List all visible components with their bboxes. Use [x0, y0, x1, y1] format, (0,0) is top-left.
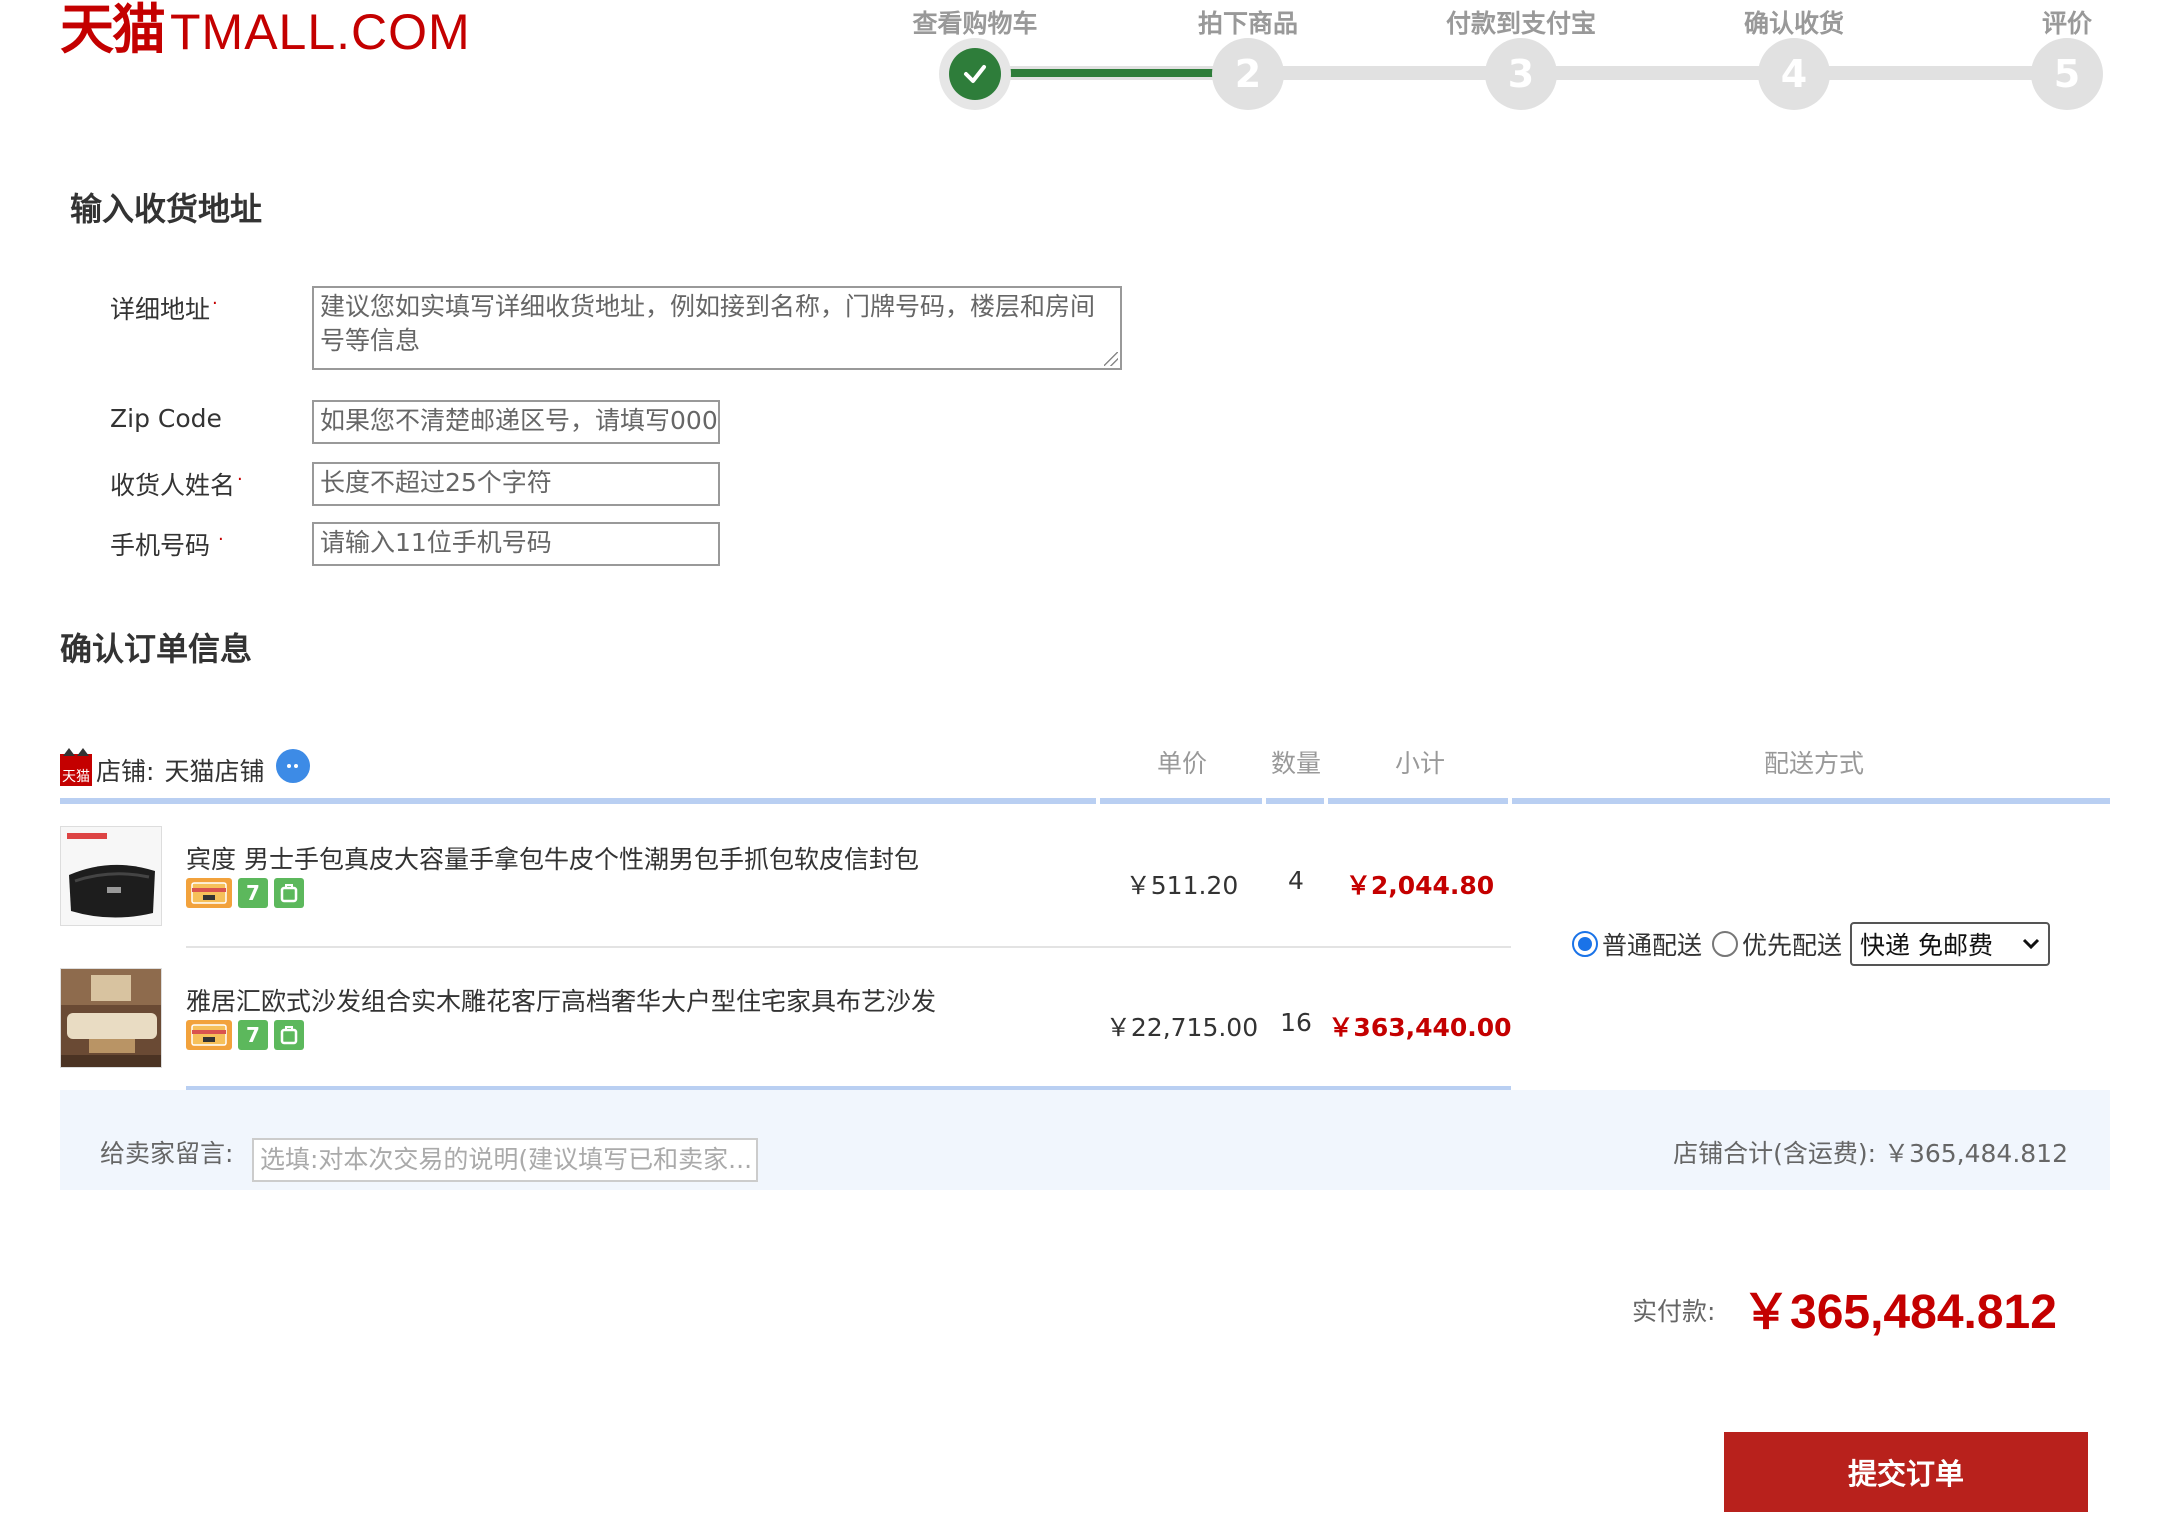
phone-label-text: 手机号码: [110, 531, 211, 560]
required-mark: ·: [218, 528, 224, 550]
step-2-number: 2: [1234, 52, 1262, 96]
seven-day-return-icon[interactable]: 7: [238, 878, 268, 908]
header-divider: [60, 798, 1096, 804]
detail-address-placeholder: 建议您如实填写详细收货地址，例如接到名称，门牌号码，楼层和房间号等信息: [320, 292, 1096, 355]
tmall-logo[interactable]: 天猫 TMALL.COM: [60, 0, 471, 62]
step-5: 5: [2031, 38, 2103, 110]
credit-card-icon[interactable]: [186, 878, 232, 908]
delivery-priority-radio[interactable]: [1712, 931, 1739, 957]
actual-payment-amount: ￥365,484.812: [1742, 1286, 2057, 1339]
step-4-number: 4: [1780, 52, 1808, 96]
phone-label: 手机号码 ·: [110, 526, 224, 562]
row-divider: [186, 946, 1511, 948]
step-label-1: 查看购物车: [912, 9, 1038, 38]
shop-header: 天猫 店铺: 天猫店铺: [60, 748, 311, 790]
header-divider: [1100, 798, 1262, 804]
step-label-4: 确认收货: [1743, 9, 1845, 38]
recipient-name-label: 收货人姓名 ·: [110, 466, 243, 502]
delivery-normal-label[interactable]: 普通配送: [1602, 926, 1702, 962]
column-header-qty: 数量: [1270, 749, 1322, 778]
zip-code-label: Zip Code: [110, 404, 222, 433]
zip-code-input[interactable]: 如果您不清楚邮递区号，请填写0000: [312, 400, 720, 444]
item-quantity: 4: [1288, 866, 1304, 895]
shipping-method-select[interactable]: 快递 免邮费: [1850, 922, 2051, 966]
product-thumbnail-sofa[interactable]: [60, 968, 162, 1068]
step-label-3: 付款到支付宝: [1445, 9, 1597, 38]
recipient-name-label-text: 收货人姓名: [110, 471, 236, 500]
seven-day-return-icon[interactable]: 7: [238, 1020, 268, 1050]
shop-name[interactable]: 天猫店铺: [164, 752, 264, 788]
header-divider: [1328, 798, 1508, 804]
item-quantity: 16: [1280, 1008, 1312, 1037]
column-header-delivery: 配送方式: [1763, 749, 1865, 778]
step-2: 2: [1212, 38, 1284, 110]
delivery-priority-label[interactable]: 优先配送: [1742, 926, 1842, 962]
step-label-2: 拍下商品: [1197, 9, 1299, 38]
item-badges: 7: [186, 1020, 304, 1050]
actual-payment-label: 实付款:: [1632, 1297, 1716, 1326]
order-item-row: 雅居汇欧式沙发组合实木雕花客厅高档奢华大户型住宅家具布艺沙发 7 ￥22,715…: [60, 968, 1512, 1088]
chat-bubble-icon: [287, 764, 299, 768]
item-unit-price: ￥511.20: [1125, 871, 1239, 900]
item-subtotal: ￥2,044.80: [1345, 871, 1495, 900]
logo-en-text: TMALL.COM: [170, 4, 471, 60]
item-badges: 7: [186, 878, 304, 908]
checkmark-icon: [964, 65, 986, 83]
step-4: 4: [1758, 38, 1830, 110]
order-section-title: 确认订单信息: [60, 630, 253, 668]
item-title[interactable]: 宾度 男士手包真皮大容量手拿包牛皮个性潮男包手抓包软皮信封包: [186, 840, 919, 876]
detail-address-textarea[interactable]: 建议您如实填写详细收货地址，例如接到名称，门牌号码，楼层和房间号等信息: [312, 286, 1122, 370]
header-divider: [1512, 798, 2110, 804]
submit-order-button[interactable]: 提交订单: [1724, 1432, 2088, 1512]
detail-address-label-text: 详细地址: [110, 295, 211, 324]
step-1-done: [939, 38, 1011, 110]
detail-address-label: 详细地址 ·: [110, 290, 218, 326]
bag-icon[interactable]: [274, 878, 304, 908]
delivery-normal-radio[interactable]: [1572, 931, 1598, 957]
remark-label: 给卖家留言:: [100, 1139, 234, 1168]
phone-input[interactable]: 请输入11位手机号码: [312, 522, 720, 566]
step-3-number: 3: [1507, 52, 1535, 96]
radio-dot: [1578, 937, 1592, 951]
delivery-options: 普通配送 优先配送 快递 免邮费: [1572, 922, 2051, 966]
required-mark: ·: [237, 468, 243, 490]
step-label-5: 评价: [2041, 9, 2093, 38]
checkout-progress: 查看购物车 拍下商品 付款到支付宝 确认收货 评价 2 3 4 5: [900, 0, 2103, 120]
shop-total-label: 店铺合计(含运费):: [1673, 1139, 1876, 1168]
wangwang-chat-icon[interactable]: [276, 749, 311, 783]
product-thumbnail-bag[interactable]: [60, 826, 162, 926]
tmall-shop-icon: 天猫: [60, 748, 92, 786]
address-section-title: 输入收货地址: [70, 190, 263, 228]
item-title[interactable]: 雅居汇欧式沙发组合实木雕花客厅高档奢华大户型住宅家具布艺沙发: [186, 982, 936, 1018]
required-mark: ·: [212, 292, 218, 314]
recipient-name-input[interactable]: 长度不超过25个字符: [312, 462, 720, 506]
credit-card-icon[interactable]: [186, 1020, 232, 1050]
step-5-number: 5: [2053, 52, 2081, 96]
resize-grip-icon[interactable]: [1104, 352, 1118, 366]
shipping-method-value: 快递 免邮费: [1860, 931, 1993, 960]
column-header-price: 单价: [1156, 749, 1208, 778]
bag-icon[interactable]: [274, 1020, 304, 1050]
chevron-down-icon: [2022, 938, 2040, 950]
item-subtotal: ￥363,440.00: [1328, 1013, 1512, 1042]
order-item-row: 宾度 男士手包真皮大容量手拿包牛皮个性潮男包手抓包软皮信封包 7 ￥511.20…: [60, 826, 1510, 946]
item-unit-price: ￥22,715.00: [1105, 1013, 1259, 1042]
remark-input[interactable]: 选填:对本次交易的说明(建议填写已和卖家...: [252, 1138, 758, 1182]
logo-cn-text: 天猫: [60, 0, 166, 61]
column-header-subtotal: 小计: [1394, 749, 1446, 778]
header-divider: [1266, 798, 1324, 804]
step-3: 3: [1485, 38, 1557, 110]
shop-prefix: 店铺:: [96, 757, 155, 786]
shop-total: 店铺合计(含运费): ￥365,484.812: [1673, 1134, 2068, 1170]
shop-total-value: ￥365,484.812: [1883, 1139, 2068, 1168]
